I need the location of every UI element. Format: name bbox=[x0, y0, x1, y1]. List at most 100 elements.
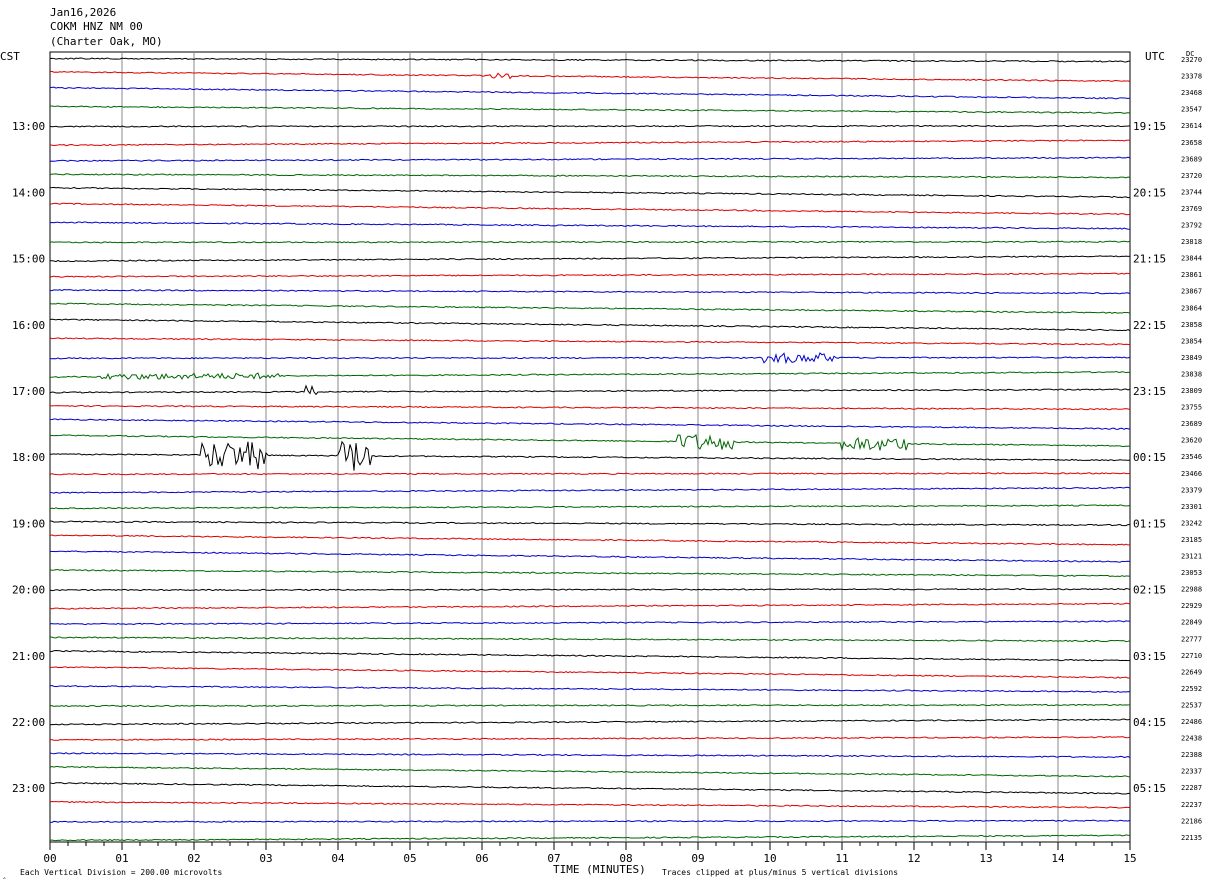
clip-note: Traces clipped at plus/minus 5 vertical … bbox=[662, 868, 898, 877]
dc-value: 23468 bbox=[1181, 89, 1202, 97]
trace-14 bbox=[49, 289, 1131, 295]
trace-42 bbox=[49, 752, 1131, 759]
dc-value: 23270 bbox=[1181, 56, 1202, 64]
dc-value: 23658 bbox=[1181, 139, 1202, 147]
header-date: Jan16,2026 bbox=[50, 6, 116, 19]
dc-value: 23546 bbox=[1181, 453, 1202, 461]
trace-2 bbox=[49, 86, 1131, 100]
dc-value: 23864 bbox=[1181, 304, 1202, 312]
dc-value: 23858 bbox=[1181, 321, 1202, 329]
left-zone-label: CST bbox=[0, 50, 20, 63]
x-tick-label: 14 bbox=[1051, 852, 1065, 865]
trace-30 bbox=[49, 550, 1131, 563]
right-zone-label: UTC bbox=[1145, 50, 1165, 63]
trace-6 bbox=[49, 156, 1131, 162]
left-time-label: 16:00 bbox=[12, 319, 45, 332]
trace-25 bbox=[49, 472, 1131, 476]
dc-value: 23614 bbox=[1181, 122, 1202, 130]
trace-4 bbox=[49, 124, 1131, 128]
dc-value: 23838 bbox=[1181, 370, 1202, 378]
right-time-label: 04:15 bbox=[1133, 716, 1166, 729]
dc-value: 22777 bbox=[1181, 635, 1202, 643]
dc-value: 22537 bbox=[1181, 701, 1202, 709]
trace-7 bbox=[49, 173, 1131, 179]
vertical-division-note: Each Vertical Division = 200.00 microvol… bbox=[20, 868, 222, 877]
trace-46 bbox=[49, 819, 1131, 823]
trace-24 bbox=[49, 440, 1131, 471]
dc-value: 22438 bbox=[1181, 735, 1202, 743]
dc-value: 22849 bbox=[1181, 619, 1202, 627]
trace-47 bbox=[49, 834, 1131, 842]
right-time-label: 00:15 bbox=[1133, 451, 1166, 464]
trace-22 bbox=[49, 418, 1131, 430]
dc-value: 22287 bbox=[1181, 784, 1202, 792]
dc-value: 22337 bbox=[1181, 768, 1202, 776]
helicorder-chart: Jan16,2026 COKM HNZ NM 00 (Charter Oak, … bbox=[0, 6, 1202, 879]
dc-value: 23121 bbox=[1181, 553, 1202, 561]
left-time-label: 13:00 bbox=[12, 120, 45, 133]
trace-31 bbox=[49, 569, 1131, 578]
left-time-labels: 13:00 14:00 15:00 16:00 17:00 18:00 19:00 20:00… bbox=[12, 120, 45, 795]
left-time-label: 19:00 bbox=[12, 517, 45, 530]
dc-value: 23689 bbox=[1181, 420, 1202, 428]
left-time-label: 20:00 bbox=[12, 584, 45, 597]
trace-27 bbox=[49, 504, 1131, 510]
x-tick-label: 01 bbox=[115, 852, 128, 865]
x-tick-label: 09 bbox=[691, 852, 704, 865]
traces bbox=[49, 57, 1131, 842]
trace-18 bbox=[49, 352, 1131, 365]
trace-21 bbox=[49, 404, 1131, 411]
dc-value: 23720 bbox=[1181, 172, 1202, 180]
trace-43 bbox=[49, 765, 1131, 778]
x-tick-label: 05 bbox=[403, 852, 416, 865]
x-tick-label: 10 bbox=[763, 852, 776, 865]
x-tick-label: 11 bbox=[835, 852, 848, 865]
header-station: COKM HNZ NM 00 bbox=[50, 20, 143, 33]
dc-value: 23242 bbox=[1181, 519, 1202, 527]
trace-44 bbox=[49, 782, 1131, 795]
trace-37 bbox=[49, 666, 1131, 679]
right-time-label: 01:15 bbox=[1133, 517, 1166, 530]
trace-26 bbox=[49, 486, 1131, 494]
right-time-label: 05:15 bbox=[1133, 782, 1166, 795]
trace-34 bbox=[49, 620, 1131, 625]
trace-5 bbox=[49, 139, 1131, 147]
left-time-label: 14:00 bbox=[12, 186, 45, 199]
trace-19 bbox=[49, 371, 1131, 380]
right-time-label: 19:15 bbox=[1133, 120, 1166, 133]
trace-45 bbox=[49, 800, 1131, 809]
x-tick-label: 13 bbox=[979, 852, 992, 865]
dc-value: 22988 bbox=[1181, 586, 1202, 594]
dc-value: 23378 bbox=[1181, 73, 1202, 81]
dc-value: 22186 bbox=[1181, 817, 1202, 825]
dc-value: 22237 bbox=[1181, 801, 1202, 809]
trace-33 bbox=[49, 602, 1131, 610]
trace-28 bbox=[49, 520, 1131, 527]
dc-value: 23849 bbox=[1181, 354, 1202, 362]
dc-value: 23466 bbox=[1181, 470, 1202, 478]
dc-value: 22486 bbox=[1181, 718, 1202, 726]
dc-value: 23053 bbox=[1181, 569, 1202, 577]
trace-38 bbox=[49, 685, 1131, 693]
dc-value: 22388 bbox=[1181, 751, 1202, 759]
trace-3 bbox=[49, 105, 1131, 114]
left-time-label: 23:00 bbox=[12, 782, 45, 795]
trace-35 bbox=[49, 636, 1131, 643]
dc-value: 23818 bbox=[1181, 238, 1202, 246]
dc-value: 23547 bbox=[1181, 106, 1202, 114]
trace-36 bbox=[49, 649, 1131, 662]
right-time-label: 02:15 bbox=[1133, 584, 1166, 597]
trace-16 bbox=[49, 318, 1131, 332]
dc-value: 23769 bbox=[1181, 205, 1202, 213]
dc-value: 23689 bbox=[1181, 155, 1202, 163]
dc-value: 23809 bbox=[1181, 387, 1202, 395]
x-tick-label: 15 bbox=[1123, 852, 1136, 865]
trace-9 bbox=[49, 202, 1131, 216]
trace-29 bbox=[49, 534, 1131, 546]
dc-value: 23844 bbox=[1181, 255, 1202, 263]
trace-11 bbox=[49, 240, 1131, 244]
trace-32 bbox=[49, 587, 1131, 592]
left-time-label: 17:00 bbox=[12, 385, 45, 398]
grid bbox=[49, 51, 1131, 843]
dc-value: 23379 bbox=[1181, 486, 1202, 494]
